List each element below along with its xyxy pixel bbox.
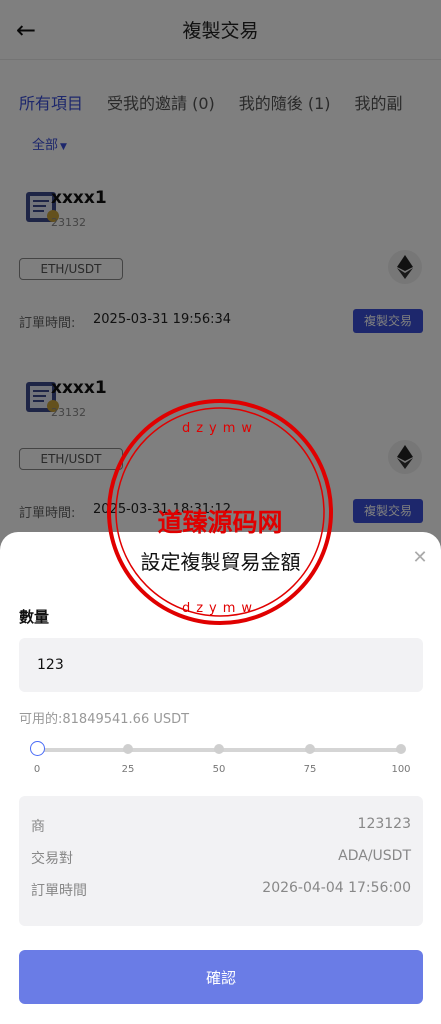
amount-slider[interactable]	[30, 741, 406, 756]
svg-text:dzymw: dzymw	[182, 601, 258, 616]
svg-text:道臻源码网: 道臻源码网	[157, 508, 282, 537]
slider-stop[interactable]	[396, 744, 406, 754]
info-row-merchant: 商 123123	[31, 816, 411, 836]
order-info-box: 商 123123 交易對 ADA/USDT 訂單時間 2026-04-04 17…	[19, 796, 423, 926]
close-icon[interactable]: ✕	[410, 548, 430, 568]
slider-tick: 100	[391, 764, 411, 775]
slider-tick: 50	[212, 764, 226, 775]
info-label: 交易對	[31, 851, 73, 867]
info-row-pair: 交易對 ADA/USDT	[31, 848, 411, 868]
slider-stop[interactable]	[214, 744, 224, 754]
info-label: 訂單時間	[31, 883, 87, 899]
slider-tick: 75	[303, 764, 317, 775]
slider-stop[interactable]	[123, 744, 133, 754]
slider-thumb[interactable]	[30, 741, 45, 756]
info-value: ADA/USDT	[338, 848, 411, 864]
quantity-input[interactable]	[19, 638, 423, 692]
slider-tick: 0	[33, 764, 41, 775]
confirm-button[interactable]: 確認	[19, 950, 423, 1004]
info-row-order-time: 訂單時間 2026-04-04 17:56:00	[31, 880, 411, 900]
watermark-seal: 道臻源码网 dzymw dzymw	[107, 399, 333, 625]
available-balance: 可用的:81849541.66 USDT	[19, 712, 190, 727]
info-value: 2026-04-04 17:56:00	[262, 880, 411, 896]
svg-text:dzymw: dzymw	[182, 421, 258, 436]
info-value: 123123	[357, 816, 411, 832]
slider-tick: 25	[121, 764, 135, 775]
slider-stop[interactable]	[305, 744, 315, 754]
info-label: 商	[31, 819, 45, 835]
quantity-label: 數量	[19, 608, 50, 626]
